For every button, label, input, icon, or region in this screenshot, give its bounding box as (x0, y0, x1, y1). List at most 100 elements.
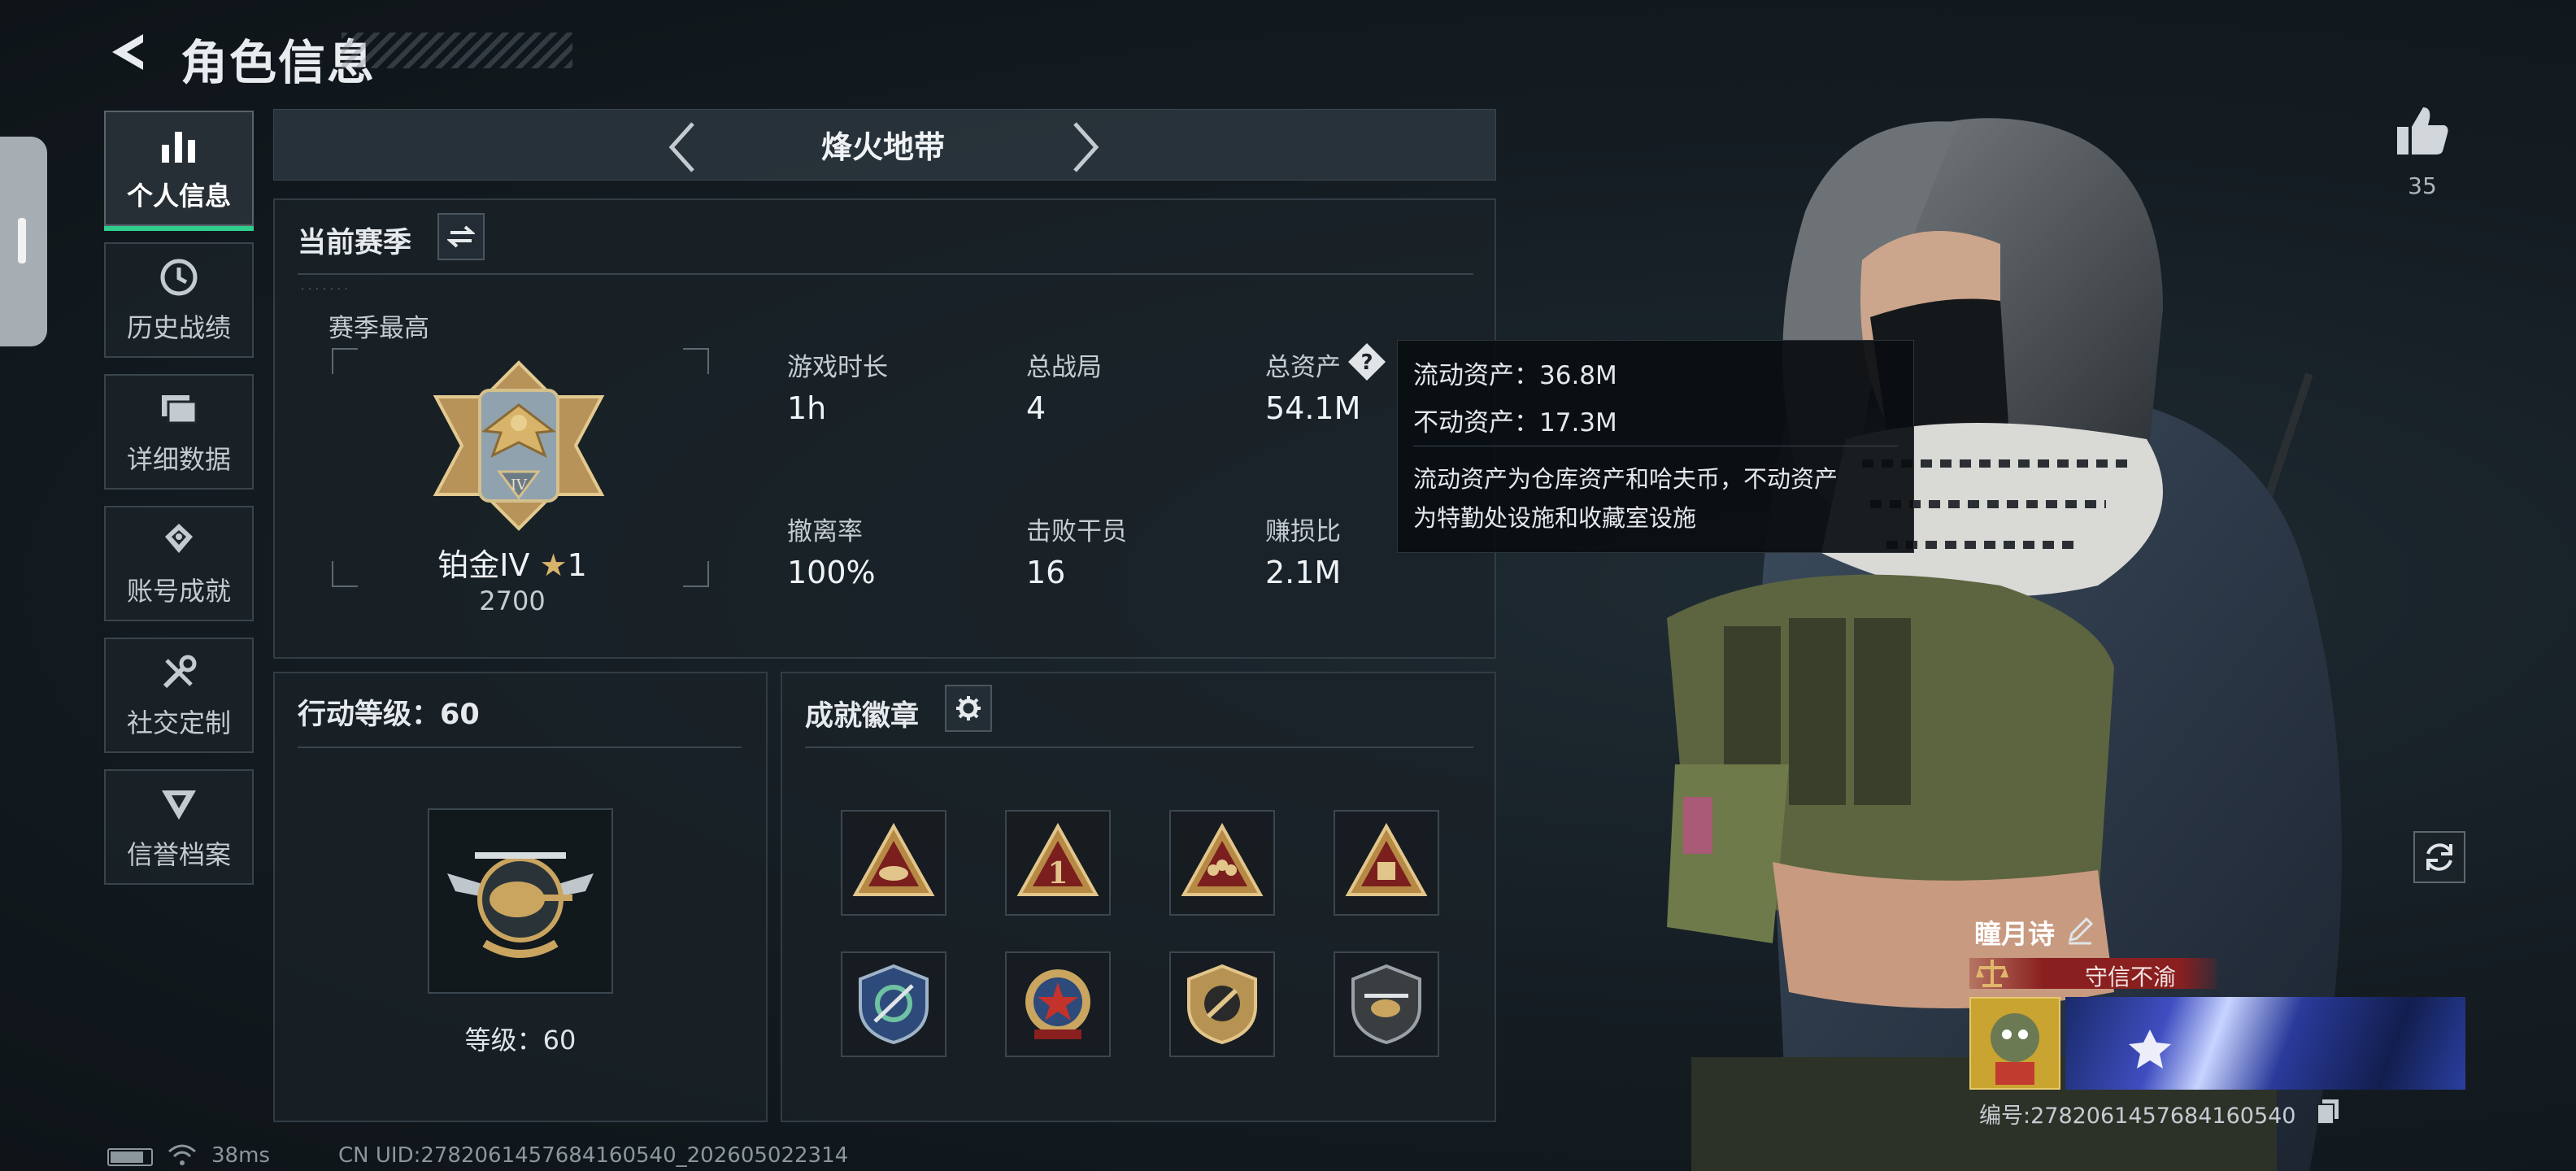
no-weapon-shield-badge-icon (1187, 964, 1257, 1045)
rank-points: 2700 (479, 586, 546, 616)
profile-banner (2065, 997, 2465, 1090)
tooltip-description-1: 流动资产为仓库资产和哈夫币，不动资产 (1413, 465, 1838, 493)
nav-label: 社交定制 (126, 707, 231, 738)
svg-text:1: 1 (1047, 856, 1068, 890)
nav-item-personal-info[interactable]: 个人信息 (104, 111, 254, 231)
rotate-model-button[interactable] (2413, 831, 2465, 883)
gear-icon (956, 696, 981, 720)
section-divider (298, 747, 742, 748)
tooltip-description-2: 为特勤处设施和收藏室设施 (1413, 504, 1697, 532)
frame-corner (683, 348, 709, 374)
tools-icon (163, 655, 197, 689)
nav-item-social-custom[interactable]: 社交定制 (104, 638, 254, 753)
avatar-character-icon (1991, 1013, 2039, 1085)
stat-label-total-assets: 总资产 (1265, 353, 1341, 382)
stat-label-total-matches: 总战局 (1026, 353, 1102, 382)
achievement-badge-slot[interactable] (1334, 810, 1439, 916)
helicopter-shield-badge-icon (1351, 964, 1421, 1045)
crate-triangle-badge-icon (1345, 822, 1428, 896)
achievement-badge-slot[interactable] (1169, 810, 1275, 916)
nav-label: 信誉档案 (126, 839, 231, 870)
title-tag: 守信不渝 (2084, 964, 2176, 990)
season-title: 当前赛季 (298, 227, 412, 259)
helicopter-level-emblem-icon (447, 852, 594, 958)
decor-dots: · · · · · · · (301, 283, 348, 296)
copy-icon[interactable] (2316, 1098, 2340, 1125)
credit-badge-icon (162, 790, 196, 820)
frame-corner (332, 348, 358, 374)
svg-text:?: ? (1360, 350, 1373, 375)
achievement-badge-slot[interactable] (1334, 951, 1439, 1057)
crossed-arrows-shield-badge-icon (859, 964, 929, 1045)
uid-text: CN UID:2782061457684160540_202605022314 (338, 1143, 849, 1168)
svg-text:IV: IV (511, 477, 528, 494)
title-decoration (342, 33, 572, 68)
help-question-icon[interactable]: ? (1347, 342, 1387, 382)
rank-display: 铂金IV ★1 (350, 540, 675, 585)
chevron-left-icon[interactable] (665, 119, 698, 176)
rotate-icon (2426, 843, 2452, 871)
rank-stars: 1 (567, 547, 587, 583)
thumbs-up-icon[interactable] (2394, 102, 2451, 159)
star-medal-badge-icon (1025, 969, 1090, 1039)
nav-item-achievements[interactable]: 账号成就 (104, 506, 254, 621)
badges-title: 成就徽章 (805, 700, 920, 733)
ping-text: 38ms (211, 1143, 270, 1168)
nav-item-history[interactable]: 历史战绩 (104, 242, 254, 358)
achievement-badge-slot[interactable] (1169, 951, 1275, 1057)
nav-label: 详细数据 (126, 444, 231, 475)
history-icon (160, 259, 198, 296)
mode-title: 烽火地带 (820, 129, 945, 165)
nav-label: 账号成就 (126, 576, 231, 607)
badge-settings-button[interactable] (945, 685, 992, 732)
tooltip-liquid-assets: 流动资产：36.8M (1413, 361, 1617, 390)
level-caption: 等级：60 (464, 1025, 577, 1056)
stat-label-play-time: 游戏时长 (787, 353, 888, 382)
player-name: 瞳月诗 (1974, 918, 2055, 950)
tooltip-fixed-assets: 不动资产：17.3M (1413, 408, 1617, 437)
stat-label-operators-defeated: 击败干员 (1026, 517, 1127, 546)
platinum-rank-emblem-icon: IV (433, 360, 605, 531)
banner-starburst-icon (2129, 1030, 2171, 1069)
stat-value-profit-loss: 2.1M (1265, 555, 1342, 590)
player-id: 编号:2782061457684160540 (1979, 1104, 2296, 1129)
ration-triangle-badge-icon (852, 822, 935, 896)
star-icon: ★ (539, 547, 568, 583)
frame-corner (683, 561, 709, 587)
like-count: 35 (2408, 172, 2437, 199)
squad-triangle-badge-icon (1181, 822, 1264, 896)
nav-item-credit-record[interactable]: 信誉档案 (104, 769, 254, 885)
achievement-badge-slot[interactable] (841, 951, 946, 1057)
stat-value-operators-defeated: 16 (1026, 555, 1066, 590)
avatar[interactable] (1969, 997, 2060, 1090)
swap-icon (447, 225, 475, 248)
section-divider (298, 273, 1473, 275)
nav-item-detailed-data[interactable]: 详细数据 (104, 374, 254, 490)
drawer-handle-bar (18, 218, 26, 263)
stat-label-profit-loss: 赚损比 (1265, 517, 1341, 546)
stat-label-extraction-rate: 撤离率 (787, 517, 863, 546)
season-best-label: 赛季最高 (329, 314, 429, 343)
stat-value-total-assets: 54.1M (1265, 390, 1361, 426)
stat-value-play-time: 1h (787, 390, 827, 426)
battery-icon (107, 1148, 153, 1166)
achievement-badge-slot[interactable] (1005, 951, 1111, 1057)
nav-label: 个人信息 (126, 181, 231, 211)
credit-scale-icon (1976, 960, 2008, 987)
achievement-badge-slot[interactable]: 1 (1005, 810, 1111, 916)
season-switch-button[interactable] (437, 213, 485, 260)
chevron-right-icon[interactable] (1070, 119, 1103, 176)
section-divider (805, 747, 1473, 748)
wifi-icon (168, 1144, 196, 1165)
achievement-badge-slot[interactable] (841, 810, 946, 916)
number-one-triangle-badge-icon: 1 (1016, 822, 1099, 896)
bar-chart-icon (162, 132, 195, 163)
stat-value-extraction-rate: 100% (787, 555, 876, 590)
level-title: 行动等级：60 (298, 699, 480, 731)
achievement-icon (165, 524, 193, 553)
edit-pencil-icon[interactable] (2065, 916, 2095, 945)
nav-label: 历史战绩 (126, 312, 231, 343)
stat-value-total-matches: 4 (1026, 390, 1046, 426)
data-folder-icon (162, 395, 198, 424)
back-arrow-icon[interactable] (104, 29, 150, 75)
